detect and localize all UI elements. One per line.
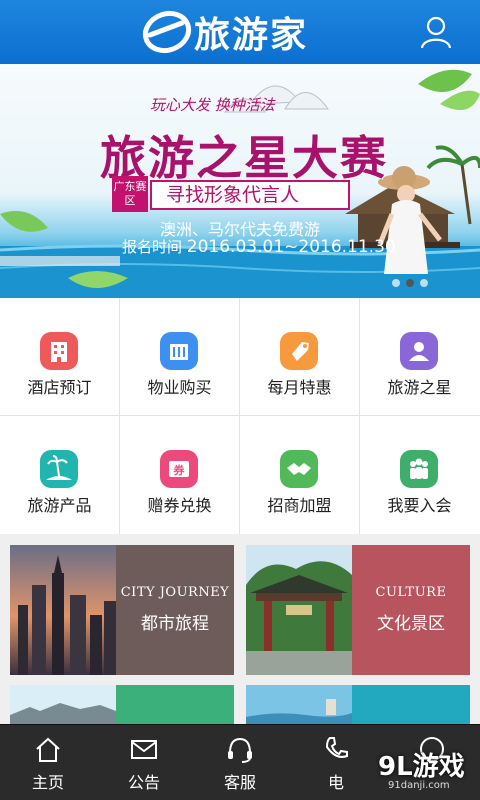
menu-item-label: 我要入会	[387, 496, 452, 515]
app-logo[interactable]: 旅游家	[142, 6, 308, 58]
menu-item[interactable]: 我要入会	[360, 416, 479, 533]
person-icon	[400, 332, 438, 370]
hotel-icon	[40, 332, 78, 370]
menu-item[interactable]: 物业购买	[120, 298, 239, 415]
menu-item[interactable]: 旅游之星	[360, 298, 479, 415]
nav-item-label: 公告	[127, 773, 160, 792]
watermark-url: 91danji.com	[388, 780, 450, 791]
card-cn-title: 文化景区	[377, 614, 445, 634]
carousel-dots	[392, 279, 428, 287]
city-photo	[10, 545, 116, 675]
promo-banner[interactable]: 玩心大发 换种活法 旅游之星大赛 广东赛区 寻找形象代言人 澳洲、马尔代夫免费游…	[0, 64, 480, 298]
site-watermark: 9L游戏 91danji.com	[372, 744, 480, 800]
city-card-panel: CITY JOURNEY 都市旅程	[116, 545, 234, 675]
island-icon	[40, 450, 78, 488]
nav-item-label: 客服	[223, 773, 256, 792]
carousel-dot[interactable]	[392, 279, 400, 287]
card-row2-right-photo	[246, 685, 470, 725]
menu-item[interactable]: 招商加盟	[240, 416, 359, 533]
card-city-journey[interactable]: CITY JOURNEY 都市旅程	[10, 545, 234, 675]
nav-item[interactable]: 主页	[0, 725, 96, 800]
nav-item-label: 电	[327, 773, 344, 792]
menu-item[interactable]: 每月特惠	[240, 298, 359, 415]
menu-item-label: 招商加盟	[267, 496, 332, 515]
svg-text:券: 券	[173, 463, 186, 477]
nav-item[interactable]: 客服	[192, 725, 288, 800]
user-icon[interactable]	[420, 15, 452, 49]
banner-date: 报名时间 2016.03.01~2016.11.30	[122, 236, 396, 257]
banner-subtitle: 寻找形象代言人	[150, 180, 350, 210]
mail-icon	[130, 735, 158, 763]
group-icon	[400, 450, 438, 488]
card-en-title: CULTURE	[375, 585, 447, 600]
culture-card-panel: CULTURE 文化景区	[352, 545, 470, 675]
banner-date-range: 2016.03.01~2016.11.30	[186, 237, 396, 257]
carousel-dot[interactable]	[406, 279, 414, 287]
logo-text: 旅游家	[194, 14, 309, 56]
nav-item[interactable]: 电	[288, 725, 384, 800]
app-root: 旅游家 玩心大发 换种活法 旅游之星大赛 广东赛区 寻找形象代言人 澳洲、马尔代…	[0, 0, 480, 800]
menu-item[interactable]: 旅游产品	[0, 416, 119, 533]
menu-item-label: 旅游之星	[387, 378, 452, 397]
nav-item-label: 主页	[31, 773, 64, 792]
handshake-icon	[280, 450, 318, 488]
headset-icon	[226, 735, 254, 763]
banner-date-label: 报名时间	[122, 238, 183, 256]
menu-item-label: 赠券兑换	[147, 496, 212, 515]
card-row2-left[interactable]	[10, 685, 234, 725]
card-en-title: CITY JOURNEY	[120, 585, 230, 600]
menu-item-label: 物业购买	[147, 378, 212, 397]
e-logo-icon	[142, 10, 192, 54]
card-cn-title: 都市旅程	[141, 614, 209, 634]
coupon-icon: 券	[160, 450, 198, 488]
card-row2-left-photo	[10, 685, 234, 725]
banner-region-tag: 广东赛区	[112, 176, 148, 212]
menu-item-label: 旅游产品	[27, 496, 92, 515]
menu-item[interactable]: 酒店预订	[0, 298, 119, 415]
tag-icon	[280, 332, 318, 370]
menu-item[interactable]: 券赠券兑换	[120, 416, 239, 533]
feature-menu: 酒店预订 物业购买 每月特惠 旅游之星 旅游产品券赠券兑换 招商加盟 我要入会	[0, 298, 480, 534]
card-row2-right[interactable]	[246, 685, 470, 725]
home-icon	[34, 735, 62, 763]
nav-item[interactable]: 公告	[96, 725, 192, 800]
top-header: 旅游家	[0, 0, 480, 64]
menu-item-label: 每月特惠	[267, 378, 332, 397]
banner-slogan: 玩心大发 换种活法	[150, 96, 275, 114]
phone-icon	[322, 735, 350, 763]
culture-photo	[246, 545, 352, 675]
watermark-text: 9L游戏	[378, 752, 465, 782]
carousel-dot[interactable]	[420, 279, 428, 287]
card-culture[interactable]: CULTURE 文化景区	[246, 545, 470, 675]
building-icon	[160, 332, 198, 370]
menu-item-label: 酒店预订	[27, 378, 92, 397]
